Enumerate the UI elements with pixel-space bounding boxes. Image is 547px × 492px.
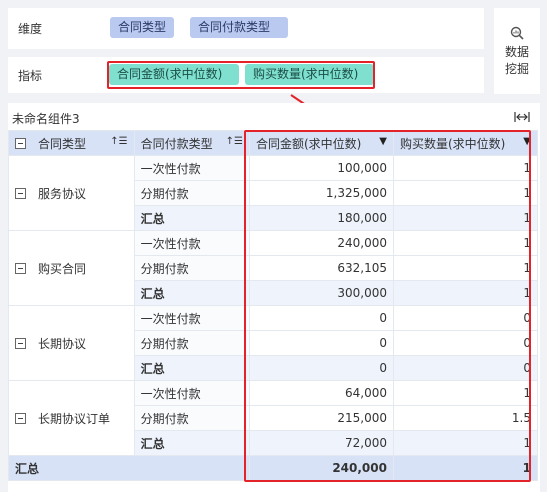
payment-type-cell: 分期付款 bbox=[133, 180, 251, 206]
collapse-icon[interactable] bbox=[15, 337, 26, 349]
subtotal-label: 汇总 bbox=[133, 205, 251, 231]
group-cell[interactable]: 长期协议订单 bbox=[8, 380, 135, 456]
table-widget: 未命名组件3 合同类型 ↑☰ 合同付款类型 ↑☰ 合同金额(求中位数) ▼ 购买… bbox=[8, 103, 540, 492]
payment-type-cell: 分期付款 bbox=[133, 255, 251, 281]
dimension-pill-contract-type[interactable]: 合同类型 bbox=[110, 17, 175, 38]
measure-label: 指标 bbox=[18, 69, 43, 83]
sort-icon[interactable]: ↑☰ bbox=[226, 136, 243, 147]
subtotal-label: 汇总 bbox=[133, 355, 251, 381]
header-payment-type[interactable]: 合同付款类型 ↑☰ bbox=[133, 130, 251, 156]
payment-type-cell: 一次性付款 bbox=[133, 380, 251, 406]
subtotal-label: 汇总 bbox=[133, 430, 251, 456]
header-contract-type[interactable]: 合同类型 ↑☰ bbox=[8, 130, 135, 156]
group-cell[interactable]: 服务协议 bbox=[8, 155, 135, 231]
payment-type-cell: 一次性付款 bbox=[133, 305, 251, 331]
data-mining-label: 数据 挖掘 bbox=[504, 45, 529, 76]
measure-highlight-box bbox=[107, 61, 375, 89]
search-chart-icon bbox=[510, 26, 524, 40]
collapse-icon[interactable] bbox=[15, 187, 26, 199]
data-mining-button[interactable]: 数据 挖掘 bbox=[494, 8, 540, 94]
sort-icon[interactable]: ↑☰ bbox=[110, 136, 127, 147]
collapse-all-icon[interactable] bbox=[15, 137, 26, 149]
measure-columns-highlight-box bbox=[244, 130, 531, 482]
payment-type-cell: 分期付款 bbox=[133, 405, 251, 431]
group-cell[interactable]: 购买合同 bbox=[8, 230, 135, 306]
subtotal-label: 汇总 bbox=[133, 280, 251, 306]
payment-type-cell: 一次性付款 bbox=[133, 230, 251, 256]
expand-width-icon[interactable] bbox=[514, 111, 530, 123]
grand-total-label: 汇总 bbox=[8, 455, 250, 481]
collapse-icon[interactable] bbox=[15, 412, 26, 424]
payment-type-cell: 一次性付款 bbox=[133, 155, 251, 181]
group-cell[interactable]: 长期协议 bbox=[8, 305, 135, 381]
dimension-panel: 维度 合同类型 合同付款类型 bbox=[8, 8, 484, 49]
dimension-label: 维度 bbox=[18, 22, 43, 36]
dimension-pill-payment-type[interactable]: 合同付款类型 bbox=[190, 17, 288, 38]
collapse-icon[interactable] bbox=[15, 262, 26, 274]
widget-title: 未命名组件3 bbox=[12, 112, 80, 126]
payment-type-cell: 分期付款 bbox=[133, 330, 251, 356]
